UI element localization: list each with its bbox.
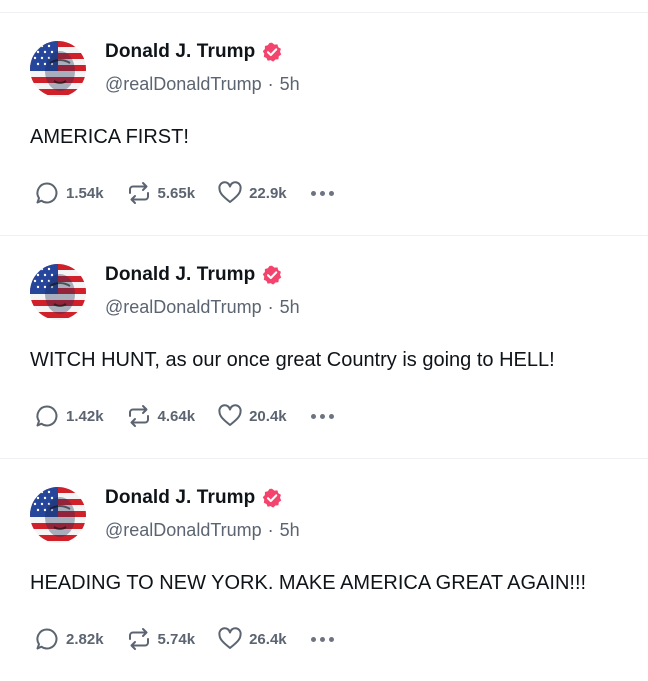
author-name[interactable]: Donald J. Trump <box>105 264 255 286</box>
post-time[interactable]: 5h <box>280 297 300 317</box>
post-text: HEADING TO NEW YORK. MAKE AMERICA GREAT … <box>30 572 587 594</box>
reply-button[interactable]: 2.82k <box>34 626 104 652</box>
post-actions: 1.54k 5.65k 22.9k <box>34 180 334 206</box>
verified-badge-icon <box>262 265 282 285</box>
repost-button[interactable]: 4.64k <box>126 403 196 429</box>
verified-badge-icon <box>262 488 282 508</box>
reply-button[interactable]: 1.42k <box>34 403 104 429</box>
like-count: 26.4k <box>249 630 287 648</box>
author-handle[interactable]: @realDonaldTrump <box>105 520 262 540</box>
repost-count: 5.74k <box>157 630 196 648</box>
more-dots-icon[interactable] <box>310 180 334 206</box>
like-button[interactable]: 26.4k <box>217 626 287 652</box>
post-time[interactable]: 5h <box>280 74 300 94</box>
repost-count: 4.64k <box>157 407 196 425</box>
more-dots-icon[interactable] <box>310 626 334 652</box>
reply-button[interactable]: 1.54k <box>34 180 104 206</box>
separator-dot: · <box>267 74 274 94</box>
repost-arrows-icon <box>126 403 152 429</box>
reply-bubble-icon <box>34 403 60 429</box>
heart-icon <box>217 626 243 652</box>
post-feed: Donald J. Trump @realDonaldTrump · 5h AMER… <box>0 0 648 680</box>
heart-icon <box>217 180 243 206</box>
post-time[interactable]: 5h <box>280 520 300 540</box>
heart-icon <box>217 403 243 429</box>
author-handle[interactable]: @realDonaldTrump <box>105 297 262 317</box>
author-meta: @realDonaldTrump · 5h <box>105 520 300 541</box>
like-count: 20.4k <box>249 407 287 425</box>
separator-dot: · <box>267 297 274 317</box>
post-text: AMERICA FIRST! <box>30 126 189 148</box>
post[interactable]: Donald J. Trump @realDonaldTrump · 5h WITC… <box>0 235 648 458</box>
author-row: Donald J. Trump <box>105 264 282 286</box>
reply-bubble-icon <box>34 180 60 206</box>
author-handle[interactable]: @realDonaldTrump <box>105 74 262 94</box>
reply-bubble-icon <box>34 626 60 652</box>
avatar[interactable] <box>30 264 86 320</box>
author-meta: @realDonaldTrump · 5h <box>105 297 300 318</box>
reply-count: 1.42k <box>66 407 104 425</box>
repost-arrows-icon <box>126 626 152 652</box>
repost-button[interactable]: 5.65k <box>126 180 196 206</box>
author-meta: @realDonaldTrump · 5h <box>105 74 300 95</box>
more-dots-icon[interactable] <box>310 403 334 429</box>
like-button[interactable]: 20.4k <box>217 403 287 429</box>
verified-badge-icon <box>262 42 282 62</box>
avatar[interactable] <box>30 487 86 543</box>
author-name[interactable]: Donald J. Trump <box>105 487 255 509</box>
separator-dot: · <box>267 520 274 540</box>
post-actions: 1.42k 4.64k 20.4k <box>34 403 334 429</box>
repost-arrows-icon <box>126 180 152 206</box>
author-row: Donald J. Trump <box>105 41 282 63</box>
reply-count: 2.82k <box>66 630 104 648</box>
repost-button[interactable]: 5.74k <box>126 626 196 652</box>
author-name[interactable]: Donald J. Trump <box>105 41 255 63</box>
author-row: Donald J. Trump <box>105 487 282 509</box>
like-button[interactable]: 22.9k <box>217 180 287 206</box>
post[interactable]: Donald J. Trump @realDonaldTrump · 5h AMER… <box>0 12 648 235</box>
avatar[interactable] <box>30 41 86 97</box>
repost-count: 5.65k <box>157 184 196 202</box>
post-text: WITCH HUNT, as our once great Country is… <box>30 349 555 371</box>
reply-count: 1.54k <box>66 184 104 202</box>
like-count: 22.9k <box>249 184 287 202</box>
post[interactable]: Donald J. Trump @realDonaldTrump · 5h HEAD… <box>0 458 648 681</box>
post-actions: 2.82k 5.74k 26.4k <box>34 626 334 652</box>
